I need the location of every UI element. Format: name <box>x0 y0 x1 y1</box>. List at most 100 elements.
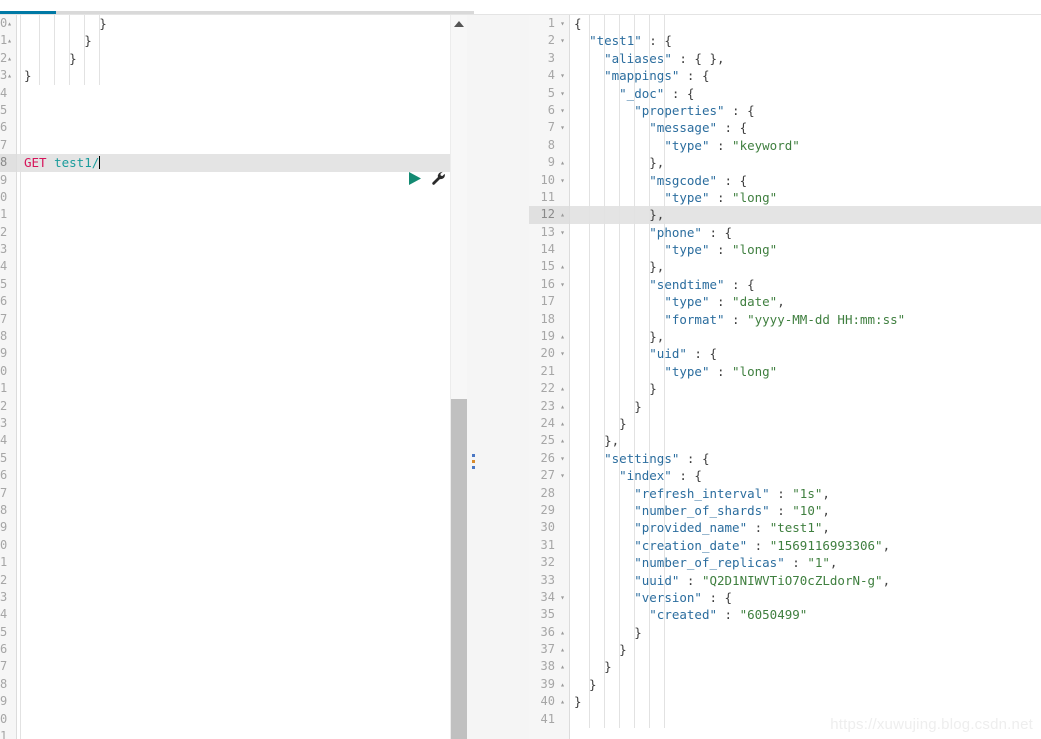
response-line-number[interactable]: 26 ▾ <box>529 450 569 467</box>
request-line-number[interactable]: 3 <box>0 589 16 606</box>
request-line-number[interactable]: 6 <box>0 641 16 658</box>
request-code-line[interactable]: } <box>17 50 450 67</box>
response-line-number[interactable]: 16 ▾ <box>529 276 569 293</box>
response-line-number[interactable]: 37 ▴ <box>529 641 569 658</box>
fold-toggle-icon[interactable]: ▴ <box>558 432 567 449</box>
response-line-number[interactable]: 20 ▾ <box>529 345 569 362</box>
request-code-line[interactable] <box>17 276 450 293</box>
request-line-number[interactable]: 1 <box>0 380 16 397</box>
request-line-number[interactable]: 8 <box>0 328 16 345</box>
request-code-line[interactable] <box>17 485 450 502</box>
request-code-line[interactable] <box>17 728 450 739</box>
fold-toggle-icon[interactable]: ▴ <box>558 380 567 397</box>
fold-toggle-icon[interactable]: ▴ <box>558 641 567 658</box>
request-line-number[interactable]: 4 <box>0 85 16 102</box>
request-line-number[interactable]: 3 <box>0 241 16 258</box>
fold-toggle-icon[interactable]: ▴ <box>5 67 14 84</box>
request-line-number[interactable]: 9 <box>0 345 16 362</box>
request-line-number[interactable]: 3 ▴ <box>0 67 16 84</box>
response-line-number[interactable]: 39 ▴ <box>529 676 569 693</box>
request-line-number[interactable]: 6 <box>0 119 16 136</box>
request-code-line[interactable] <box>17 328 450 345</box>
request-line-number[interactable]: 4 <box>0 606 16 623</box>
fold-toggle-icon[interactable]: ▴ <box>558 258 567 275</box>
request-line-number[interactable]: 8 <box>0 676 16 693</box>
request-code-line[interactable] <box>17 189 450 206</box>
request-line-number[interactable]: 0 ▴ <box>0 15 16 32</box>
response-line-number[interactable]: 35 <box>529 606 569 623</box>
fold-toggle-icon[interactable]: ▾ <box>558 467 567 484</box>
fold-toggle-icon[interactable]: ▾ <box>558 589 567 606</box>
request-code-line[interactable] <box>17 450 450 467</box>
response-line-number[interactable]: 33 <box>529 572 569 589</box>
request-code-line[interactable] <box>17 311 450 328</box>
response-line-number[interactable]: 11 <box>529 189 569 206</box>
response-line-number[interactable]: 30 <box>529 519 569 536</box>
request-line-number[interactable]: 9 <box>0 172 16 189</box>
request-line-number[interactable]: 0 <box>0 363 16 380</box>
request-line-number[interactable]: 6 <box>0 467 16 484</box>
response-line-number[interactable]: 27 ▾ <box>529 467 569 484</box>
response-line-number[interactable]: 12 ▴ <box>529 206 569 224</box>
fold-toggle-icon[interactable]: ▴ <box>558 154 567 171</box>
wrench-icon[interactable] <box>431 171 446 190</box>
response-line-number[interactable]: 14 <box>529 241 569 258</box>
response-line-number[interactable]: 28 <box>529 485 569 502</box>
response-line-number[interactable]: 38 ▴ <box>529 658 569 675</box>
request-line-number[interactable]: 5 <box>0 102 16 119</box>
response-line-number[interactable]: 10 ▾ <box>529 172 569 189</box>
response-line-number[interactable]: 40 ▴ <box>529 693 569 710</box>
request-code-line[interactable] <box>17 711 450 728</box>
scrollbar-thumb[interactable] <box>451 399 467 739</box>
request-code-line[interactable] <box>17 537 450 554</box>
request-code-line[interactable] <box>17 467 450 484</box>
response-line-number[interactable]: 4 ▾ <box>529 67 569 84</box>
request-code-line[interactable] <box>17 606 450 623</box>
request-line-number[interactable]: 2 <box>0 572 16 589</box>
request-code-line[interactable] <box>17 572 450 589</box>
request-line-number[interactable]: 8 <box>0 502 16 519</box>
request-editor-scrollbar[interactable] <box>450 15 467 739</box>
response-line-number[interactable]: 41 <box>529 711 569 728</box>
request-code-line[interactable] <box>17 363 450 380</box>
response-line-number[interactable]: 13 ▾ <box>529 224 569 241</box>
request-code-line[interactable] <box>17 85 450 102</box>
request-code-line[interactable] <box>17 502 450 519</box>
request-code-line[interactable] <box>17 415 450 432</box>
response-line-number[interactable]: 31 <box>529 537 569 554</box>
response-line-number[interactable]: 18 <box>529 311 569 328</box>
fold-toggle-icon[interactable]: ▾ <box>558 67 567 84</box>
response-line-number[interactable]: 8 <box>529 137 569 154</box>
play-icon[interactable] <box>408 171 422 190</box>
request-line-number[interactable]: 9 <box>0 693 16 710</box>
response-viewer-gutter[interactable]: 1 ▾ 2 ▾ 3 4 ▾ 5 ▾ 6 ▾ 7 ▾ 8 9 ▴ 10 ▾ 11 12 ▴ 13 ▾ 14 15 ▴ 16 ▾ 17 18 1… <box>529 15 570 739</box>
fold-toggle-icon[interactable]: ▴ <box>5 15 14 32</box>
request-code-line[interactable] <box>17 676 450 693</box>
request-code-line[interactable] <box>17 432 450 449</box>
response-line-number[interactable]: 21 <box>529 363 569 380</box>
request-code-line[interactable] <box>17 345 450 362</box>
request-line-number[interactable]: 1 <box>0 554 16 571</box>
response-line-number[interactable]: 24 ▴ <box>529 415 569 432</box>
response-line-number[interactable]: 6 ▾ <box>529 102 569 119</box>
request-code-line[interactable] <box>17 206 450 223</box>
request-code-line[interactable]: } <box>17 32 450 49</box>
request-line-number[interactable]: 7 <box>0 311 16 328</box>
request-code-line[interactable] <box>17 398 450 415</box>
request-line-number[interactable]: 5 <box>0 624 16 641</box>
request-line-number[interactable]: 5 <box>0 276 16 293</box>
request-code-line[interactable]: } <box>17 15 450 32</box>
response-line-number[interactable]: 22 ▴ <box>529 380 569 397</box>
response-line-number[interactable]: 29 <box>529 502 569 519</box>
fold-toggle-icon[interactable]: ▴ <box>558 398 567 415</box>
request-line-number[interactable]: 3 <box>0 415 16 432</box>
response-line-number[interactable]: 5 ▾ <box>529 85 569 102</box>
fold-toggle-icon[interactable]: ▴ <box>558 206 567 223</box>
fold-toggle-icon[interactable]: ▴ <box>558 328 567 345</box>
fold-toggle-icon[interactable]: ▾ <box>558 15 567 32</box>
request-code-line[interactable] <box>17 641 450 658</box>
request-line-number[interactable]: 2 ▴ <box>0 50 16 67</box>
request-line-number[interactable]: 8 <box>0 154 16 172</box>
request-code-line[interactable]: } <box>17 67 450 84</box>
request-code-line[interactable]: GET test1/ <box>17 154 450 172</box>
